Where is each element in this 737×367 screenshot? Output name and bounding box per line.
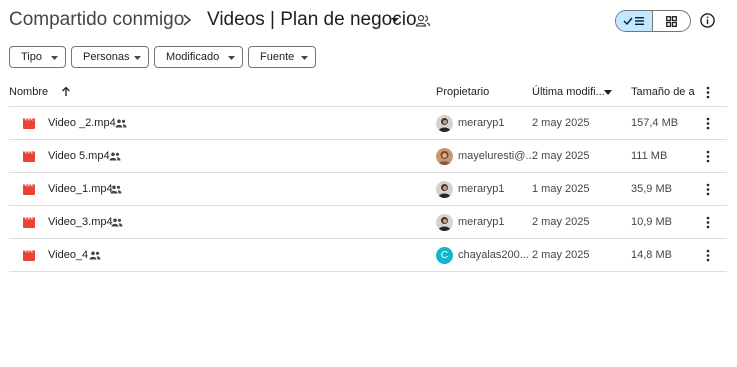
file-name[interactable]: Video 5.mp4 xyxy=(48,150,110,162)
shared-people-icon xyxy=(115,119,127,128)
video-file-icon xyxy=(23,184,35,195)
more-options-icon[interactable] xyxy=(703,86,713,99)
shared-people-icon xyxy=(109,152,121,161)
avatar-letter: C xyxy=(440,250,449,261)
caret-down-icon[interactable] xyxy=(604,90,612,95)
filter-source-chip[interactable]: Fuente xyxy=(248,46,316,68)
modified-date: 2 may 2025 xyxy=(532,249,590,261)
avatar: C xyxy=(436,247,453,264)
filter-label: Fuente xyxy=(260,51,295,63)
checked-list-icon xyxy=(623,17,644,26)
more-options-icon[interactable] xyxy=(703,117,713,130)
avatar xyxy=(436,181,453,198)
avatar xyxy=(436,148,453,165)
file-size: 157,4 MB xyxy=(631,117,679,129)
file-size: 10,9 MB xyxy=(631,216,672,228)
file-name[interactable]: Video_3.mp4 xyxy=(48,216,113,228)
shared-people-icon xyxy=(89,251,101,260)
file-row[interactable]: Video 5.mp4 mayeluresti@... 2 may 2025 1… xyxy=(9,140,727,173)
table-header: Nombre Propietario Última modifi... Tama… xyxy=(9,80,727,107)
sort-arrow-up-icon[interactable] xyxy=(61,86,71,97)
shared-people-icon xyxy=(110,185,122,194)
owner-name: meraryp1 xyxy=(458,216,505,228)
filter-label: Tipo xyxy=(21,51,42,63)
column-header-owner[interactable]: Propietario xyxy=(436,86,489,98)
avatar xyxy=(436,214,453,231)
more-options-icon[interactable] xyxy=(703,150,713,163)
modified-date: 2 may 2025 xyxy=(532,216,590,228)
filter-type-chip[interactable]: Tipo xyxy=(9,46,66,68)
owner-name: chayalas200... xyxy=(458,249,529,261)
current-folder-title[interactable]: Videos | Plan de negocio xyxy=(207,9,417,31)
grid-view-button[interactable] xyxy=(653,11,690,31)
file-name[interactable]: Video _2.mp4 xyxy=(48,117,116,129)
file-size: 111 MB xyxy=(631,150,668,162)
column-header-name[interactable]: Nombre xyxy=(9,86,48,98)
file-row[interactable]: Video_1.mp4 meraryp1 1 may 2025 35,9 MB xyxy=(9,173,727,206)
list-view-button[interactable] xyxy=(616,11,654,31)
owner-name: meraryp1 xyxy=(458,183,505,195)
file-size: 35,9 MB xyxy=(631,183,672,195)
file-row[interactable]: Video _2.mp4 meraryp1 2 may 2025 157,4 M… xyxy=(9,107,727,140)
file-name[interactable]: Video_4 xyxy=(48,249,88,261)
grid-icon xyxy=(666,15,677,27)
modified-date: 1 may 2025 xyxy=(532,183,590,195)
file-row[interactable]: Video_3.mp4 meraryp1 2 may 2025 10,9 MB xyxy=(9,206,727,239)
file-name[interactable]: Video_1.mp4 xyxy=(48,183,113,195)
filter-modified-chip[interactable]: Modificado xyxy=(154,46,243,68)
owner-name: meraryp1 xyxy=(458,117,505,129)
file-size: 14,8 MB xyxy=(631,249,672,261)
avatar xyxy=(436,115,453,132)
more-options-icon[interactable] xyxy=(703,249,713,262)
more-options-icon[interactable] xyxy=(703,216,713,229)
filter-label: Modificado xyxy=(166,51,220,63)
chevron-right-icon xyxy=(183,14,192,26)
modified-date: 2 may 2025 xyxy=(532,150,590,162)
column-header-modified[interactable]: Última modifi... xyxy=(532,86,605,98)
shared-people-icon xyxy=(111,218,123,227)
caret-down-icon xyxy=(51,56,58,60)
caret-down-icon xyxy=(228,56,235,60)
view-toggle xyxy=(615,10,691,32)
more-options-icon[interactable] xyxy=(703,183,713,196)
video-file-icon xyxy=(23,250,35,261)
video-file-icon xyxy=(23,151,35,162)
video-file-icon xyxy=(23,217,35,228)
caret-down-icon xyxy=(134,56,141,60)
caret-down-icon[interactable] xyxy=(390,16,400,24)
info-icon[interactable] xyxy=(699,12,716,29)
shared-folder-icon[interactable] xyxy=(415,13,431,29)
filter-label: Personas xyxy=(83,51,130,63)
file-row[interactable]: Video_4 C chayalas200... 2 may 2025 14,8… xyxy=(9,239,727,272)
breadcrumb-root[interactable]: Compartido conmigo xyxy=(9,9,184,31)
video-file-icon xyxy=(23,118,35,129)
column-header-size[interactable]: Tamaño de a xyxy=(631,86,695,98)
filter-people-chip[interactable]: Personas xyxy=(71,46,149,68)
caret-down-icon xyxy=(301,56,308,60)
modified-date: 2 may 2025 xyxy=(532,117,590,129)
header: Compartido conmigo Videos | Plan de nego… xyxy=(0,0,737,42)
owner-name: mayeluresti@... xyxy=(458,150,535,162)
